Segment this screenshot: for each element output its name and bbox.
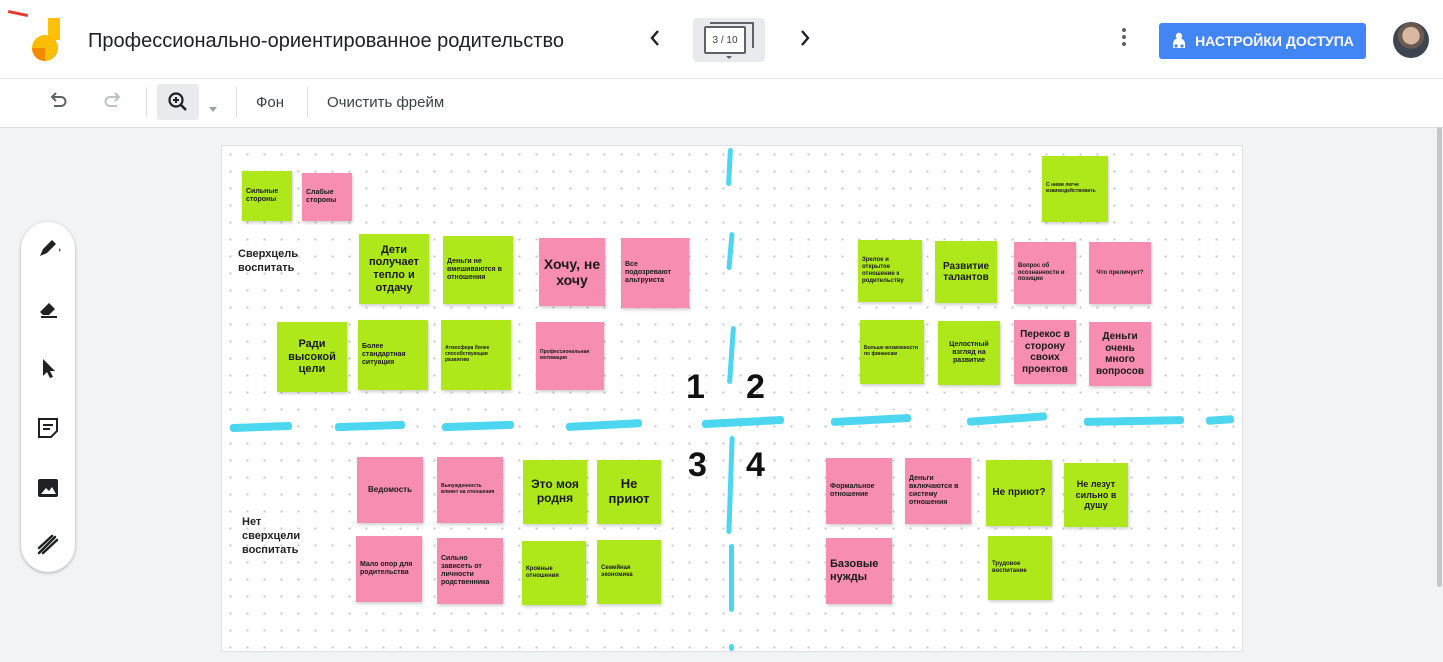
- sticky-note[interactable]: Вынужденность влияет на отношения: [437, 457, 503, 523]
- chevron-right-icon: [801, 30, 810, 46]
- image-tool[interactable]: [34, 474, 62, 502]
- sticky-note[interactable]: Что преличует?: [1089, 242, 1151, 304]
- sticky-note[interactable]: Формальное отношение: [826, 458, 892, 524]
- toolbar-divider: [146, 87, 147, 117]
- avatar[interactable]: [1393, 22, 1429, 58]
- toolbar-divider: [307, 87, 308, 117]
- sticky-note[interactable]: Ради высокой цели: [277, 322, 347, 392]
- sticky-note[interactable]: Семейная экономика: [597, 540, 661, 604]
- frame-indicator: 3 / 10: [704, 26, 746, 54]
- page-title: Профессионально-ориентированное родитель…: [88, 30, 564, 52]
- sticky-note[interactable]: Более стандартная ситуация: [358, 320, 428, 390]
- sticky-note[interactable]: Хочу, не хочу: [539, 238, 605, 306]
- eraser-tool[interactable]: [34, 294, 62, 322]
- sticky-note[interactable]: Это моя родня: [523, 460, 587, 524]
- sticky-note[interactable]: Вопрос об осознанности и позиции: [1014, 242, 1076, 304]
- marker-stroke: [1205, 415, 1235, 425]
- pen-tool[interactable]: [34, 234, 62, 262]
- scrollbar[interactable]: [1437, 127, 1442, 587]
- frame-selector[interactable]: 3 / 10: [693, 18, 765, 62]
- marker-stroke: [726, 325, 737, 385]
- share-button-label: НАСТРОЙКИ ДОСТУПА: [1195, 33, 1354, 49]
- sticky-note[interactable]: Целостный взгляд на развитие: [938, 321, 1000, 385]
- laser-tool[interactable]: [34, 530, 62, 558]
- quadrant-number: 3: [688, 446, 707, 484]
- marker-stroke: [334, 420, 406, 432]
- sticky-note[interactable]: Деньги очень много вопросов: [1089, 322, 1151, 386]
- quadrant-number: 1: [686, 368, 705, 406]
- sticky-note[interactable]: Развитие талантов: [935, 241, 997, 303]
- marker-stroke: [830, 413, 912, 427]
- sticky-note[interactable]: Деньги не вмешиваются в отношения: [443, 236, 513, 304]
- sticky-note[interactable]: Кровные отношения: [522, 541, 586, 605]
- sticky-note[interactable]: Не приют: [597, 460, 661, 524]
- quadrant-number: 4: [746, 446, 765, 484]
- dropdown-triangle-icon: [726, 56, 732, 59]
- sticky-note[interactable]: Не приют?: [986, 460, 1052, 526]
- toolbar-divider: [236, 87, 237, 117]
- zoom-in-icon: [168, 92, 187, 111]
- next-frame-button[interactable]: [798, 28, 812, 54]
- sticky-note[interactable]: Деньги включаются в систему отношения: [905, 458, 971, 524]
- marker-stroke: [229, 421, 293, 433]
- sticky-note[interactable]: Сильно зависеть от личности родственника: [437, 538, 503, 604]
- sticky-note[interactable]: Атмосфера более способствующая развитию: [441, 320, 511, 390]
- redo-icon: [104, 92, 121, 107]
- marker-stroke: [729, 644, 734, 651]
- pen-icon: [40, 240, 61, 256]
- sticky-note[interactable]: Ведомость: [357, 457, 423, 523]
- share-settings-button[interactable]: НАСТРОЙКИ ДОСТУПА: [1159, 23, 1366, 59]
- tool-palette: [21, 222, 75, 572]
- select-icon: [43, 359, 55, 378]
- image-icon: [38, 479, 58, 497]
- redo-button[interactable]: [103, 89, 123, 114]
- marker-stroke: [441, 420, 515, 432]
- sticky-note[interactable]: Больше возможности по финансам: [860, 320, 924, 384]
- clear-frame-button[interactable]: Очистить фрейм: [327, 94, 444, 111]
- laser-icon: [37, 534, 59, 555]
- zoom-button[interactable]: [157, 84, 199, 120]
- sticky-note[interactable]: Базовые нужды: [826, 538, 892, 604]
- sticky-note[interactable]: С ними легче взаимодействовать: [1042, 156, 1108, 222]
- whiteboard-canvas[interactable]: Сверхцель воспитать Нет сверхцели воспит…: [221, 145, 1243, 652]
- sticky-note[interactable]: Профессиональная мотивация: [536, 322, 604, 390]
- red-mark: [7, 9, 29, 18]
- jamboard-logo-icon: [32, 18, 60, 61]
- marker-stroke: [1083, 416, 1185, 426]
- toolbar: Фон Очистить фрейм: [0, 78, 1443, 128]
- sticky-note-icon: [38, 418, 58, 438]
- sticky-note[interactable]: Мало опор для родительства: [356, 536, 422, 602]
- sticky-note[interactable]: Слабые стороны: [302, 173, 352, 221]
- marker-stroke: [726, 435, 735, 535]
- marker-stroke: [966, 412, 1048, 426]
- select-tool[interactable]: [34, 354, 62, 382]
- undo-button[interactable]: [48, 89, 68, 114]
- zoom-dropdown-icon[interactable]: [209, 97, 217, 118]
- label-supergoal: Сверхцель воспитать: [238, 248, 299, 274]
- prev-frame-button[interactable]: [648, 28, 662, 54]
- app-bar: Профессионально-ориентированное родитель…: [0, 0, 1443, 78]
- people-icon: [1173, 32, 1186, 48]
- eraser-icon: [40, 303, 57, 318]
- sticky-note[interactable]: Дети получает тепло и отдачу: [359, 234, 429, 304]
- background-button[interactable]: Фон: [256, 94, 284, 111]
- marker-stroke: [701, 415, 785, 429]
- sticky-note-tool[interactable]: [34, 414, 62, 442]
- label-no-supergoal: Нет сверхцели воспитать: [242, 516, 301, 556]
- marker-stroke: [726, 231, 735, 271]
- marker-stroke: [729, 544, 734, 612]
- sticky-note[interactable]: Трудовое воспитание: [988, 536, 1052, 600]
- sticky-note[interactable]: Не лезут сильно в душу: [1064, 463, 1128, 527]
- sticky-note[interactable]: Все подозревают альтруиста: [621, 238, 689, 308]
- undo-icon: [50, 92, 67, 107]
- sticky-note[interactable]: Сильные стороны: [242, 171, 292, 221]
- sticky-note[interactable]: Зрелое и открытое отношение к родительст…: [858, 240, 922, 302]
- sticky-note[interactable]: Перекос в сторону своих проектов: [1014, 320, 1076, 384]
- chevron-left-icon: [650, 30, 659, 46]
- quadrant-number: 2: [746, 368, 765, 406]
- marker-stroke: [726, 147, 733, 187]
- marker-stroke: [565, 419, 643, 431]
- more-vert-icon[interactable]: [1122, 28, 1128, 49]
